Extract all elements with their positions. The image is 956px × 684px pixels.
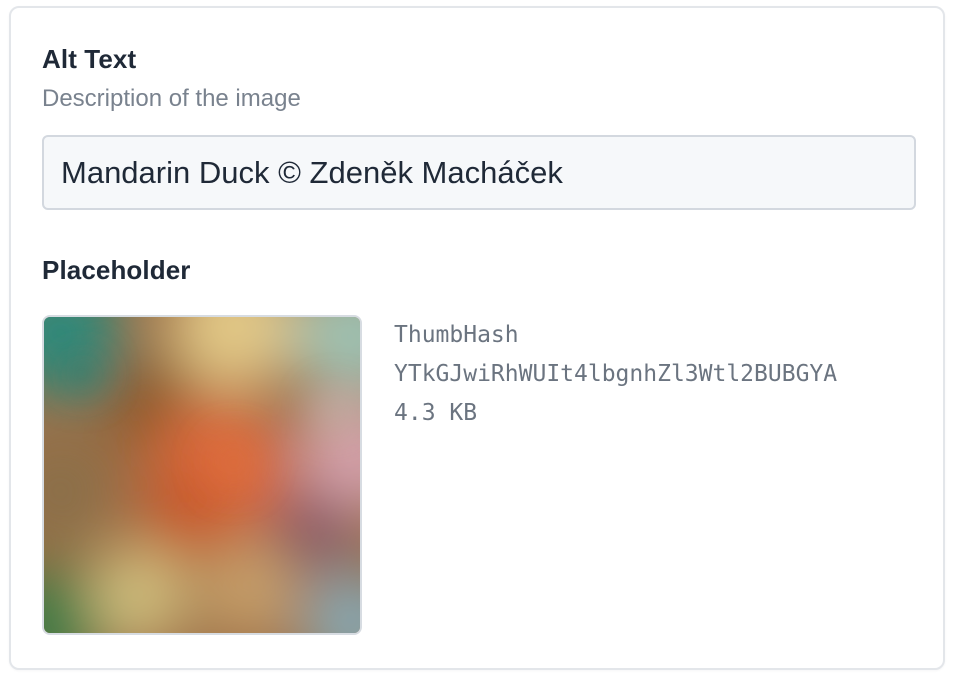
alt-text-label: Alt Text (42, 44, 137, 74)
placeholder-label: Placeholder (42, 255, 191, 285)
placeholder-preview-image (42, 315, 362, 635)
image-details-panel: Alt Text Description of the image Placeh… (9, 6, 945, 670)
placeholder-size: 4.3 KB (394, 400, 478, 426)
placeholder-type: ThumbHash (394, 322, 519, 348)
placeholder-hash: YTkGJwiRhWUIt4lbgnhZl3Wtl2BUBGYA (394, 361, 838, 387)
alt-text-input[interactable] (42, 135, 916, 210)
alt-text-hint: Description of the image (42, 85, 301, 112)
blurred-thumbnail (44, 317, 360, 633)
placeholder-metadata: ThumbHash YTkGJwiRhWUIt4lbgnhZl3Wtl2BUBG… (394, 316, 837, 433)
